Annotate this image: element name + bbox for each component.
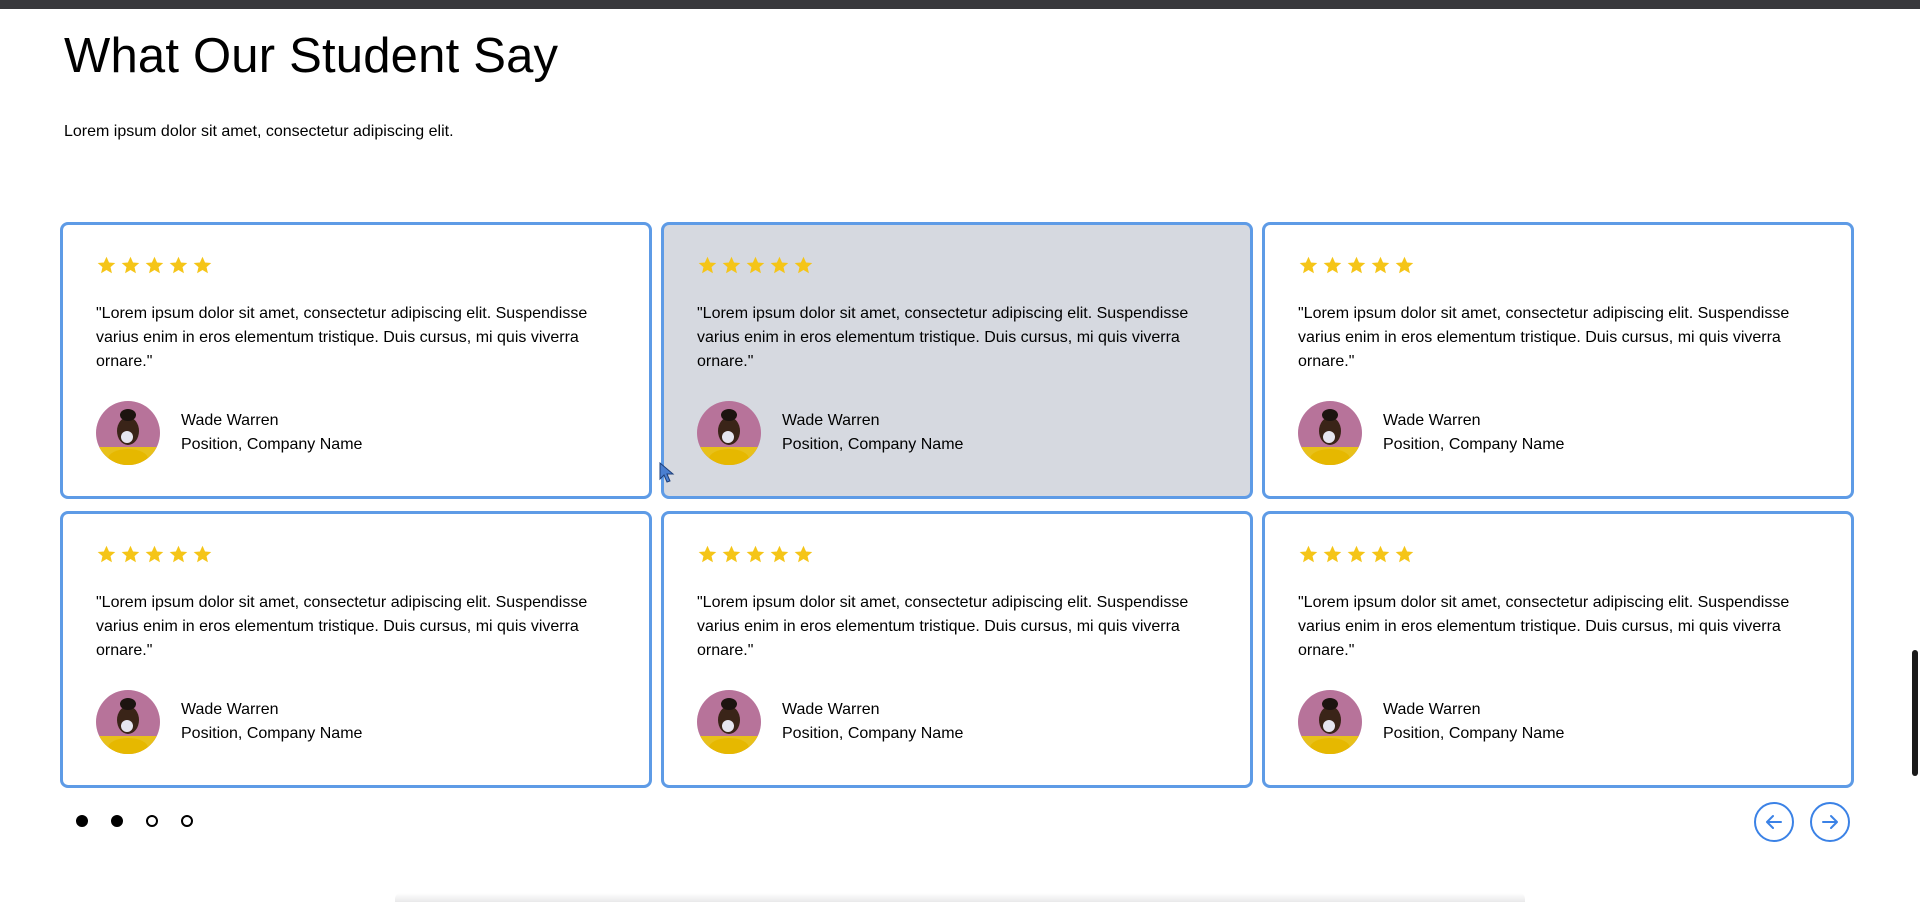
star-icon xyxy=(1346,255,1367,277)
author-position: Position, Company Name xyxy=(782,436,964,453)
section-title: What Our Student Say xyxy=(64,29,559,83)
star-rating xyxy=(96,544,649,566)
star-icon xyxy=(120,255,141,277)
author-name: Wade Warren xyxy=(1383,701,1481,718)
star-icon xyxy=(721,255,742,277)
star-icon xyxy=(1298,255,1319,277)
scrollbar[interactable] xyxy=(1912,0,1920,902)
author: Wade Warren Position, Company Name xyxy=(96,690,649,754)
star-icon xyxy=(1394,544,1415,566)
testimonial-card-1[interactable]: "Lorem ipsum dolor sit amet, consectetur… xyxy=(60,222,652,499)
star-icon xyxy=(168,255,189,277)
author-name: Wade Warren xyxy=(782,701,880,718)
star-icon xyxy=(1322,255,1343,277)
user-avatar-icon xyxy=(1298,690,1362,754)
avatar xyxy=(697,401,761,465)
testimonial-quote: "Lorem ipsum dolor sit amet, consectetur… xyxy=(96,305,588,370)
star-icon xyxy=(1298,544,1319,566)
star-icon xyxy=(144,544,165,566)
arrow-right-circle-icon xyxy=(1822,815,1838,829)
star-icon xyxy=(96,544,117,566)
avatar xyxy=(96,401,160,465)
next-button[interactable] xyxy=(1810,802,1850,842)
testimonial-card-6[interactable]: "Lorem ipsum dolor sit amet, consectetur… xyxy=(1262,511,1854,788)
testimonial-quote: "Lorem ipsum dolor sit amet, consectetur… xyxy=(1298,305,1790,370)
top-strip xyxy=(0,0,1920,9)
scrollbar-thumb[interactable] xyxy=(1912,650,1918,776)
star-rating xyxy=(1298,255,1851,277)
prev-button[interactable] xyxy=(1754,802,1794,842)
star-icon xyxy=(793,544,814,566)
author-name: Wade Warren xyxy=(181,412,279,429)
testimonial-card-2[interactable]: "Lorem ipsum dolor sit amet, consectetur… xyxy=(661,222,1253,499)
user-avatar-icon xyxy=(96,690,160,754)
testimonial-card-5[interactable]: "Lorem ipsum dolor sit amet, consectetur… xyxy=(661,511,1253,788)
star-icon xyxy=(1370,544,1391,566)
star-icon xyxy=(120,544,141,566)
author: Wade Warren Position, Company Name xyxy=(96,401,649,465)
pagination-dot-2[interactable] xyxy=(111,815,123,827)
star-icon xyxy=(745,544,766,566)
testimonial-card-3[interactable]: "Lorem ipsum dolor sit amet, consectetur… xyxy=(1262,222,1854,499)
pagination-dot-4[interactable] xyxy=(181,815,193,827)
avatar xyxy=(96,690,160,754)
testimonial-quote: "Lorem ipsum dolor sit amet, consectetur… xyxy=(1298,594,1790,659)
avatar xyxy=(1298,401,1362,465)
author-position: Position, Company Name xyxy=(1383,436,1565,453)
star-icon xyxy=(793,255,814,277)
pagination-dot-1[interactable] xyxy=(76,815,88,827)
star-icon xyxy=(745,255,766,277)
testimonial-quote: "Lorem ipsum dolor sit amet, consectetur… xyxy=(697,305,1189,370)
bottom-bar xyxy=(395,893,1525,902)
star-icon xyxy=(769,544,790,566)
star-rating xyxy=(697,255,1250,277)
author: Wade Warren Position, Company Name xyxy=(1298,401,1851,465)
star-icon xyxy=(192,544,213,566)
testimonial-grid: "Lorem ipsum dolor sit amet, consectetur… xyxy=(60,222,1854,788)
author-position: Position, Company Name xyxy=(782,725,964,742)
user-avatar-icon xyxy=(697,690,761,754)
star-rating xyxy=(1298,544,1851,566)
star-rating xyxy=(96,255,649,277)
star-icon xyxy=(697,255,718,277)
author-name: Wade Warren xyxy=(1383,412,1481,429)
testimonial-quote: "Lorem ipsum dolor sit amet, consectetur… xyxy=(96,594,588,659)
testimonial-quote: "Lorem ipsum dolor sit amet, consectetur… xyxy=(697,594,1189,659)
author: Wade Warren Position, Company Name xyxy=(1298,690,1851,754)
section-subtitle: Lorem ipsum dolor sit amet, consectetur … xyxy=(64,123,454,140)
author-name: Wade Warren xyxy=(782,412,880,429)
pagination-dot-3[interactable] xyxy=(146,815,158,827)
star-icon xyxy=(1394,255,1415,277)
testimonial-card-4[interactable]: "Lorem ipsum dolor sit amet, consectetur… xyxy=(60,511,652,788)
star-icon xyxy=(721,544,742,566)
author: Wade Warren Position, Company Name xyxy=(697,690,1250,754)
user-avatar-icon xyxy=(697,401,761,465)
avatar xyxy=(697,690,761,754)
star-icon xyxy=(144,255,165,277)
star-icon xyxy=(769,255,790,277)
user-avatar-icon xyxy=(1298,401,1362,465)
star-icon xyxy=(1322,544,1343,566)
arrow-left-circle-icon xyxy=(1766,815,1782,829)
author-position: Position, Company Name xyxy=(181,436,363,453)
author-position: Position, Company Name xyxy=(1383,725,1565,742)
author-name: Wade Warren xyxy=(181,701,279,718)
mouse-cursor-icon xyxy=(659,462,675,483)
star-icon xyxy=(1370,255,1391,277)
pagination-dots xyxy=(76,815,193,827)
star-icon xyxy=(192,255,213,277)
author: Wade Warren Position, Company Name xyxy=(697,401,1250,465)
star-icon xyxy=(96,255,117,277)
star-icon xyxy=(1346,544,1367,566)
star-icon xyxy=(168,544,189,566)
star-icon xyxy=(697,544,718,566)
avatar xyxy=(1298,690,1362,754)
author-position: Position, Company Name xyxy=(181,725,363,742)
user-avatar-icon xyxy=(96,401,160,465)
star-rating xyxy=(697,544,1250,566)
